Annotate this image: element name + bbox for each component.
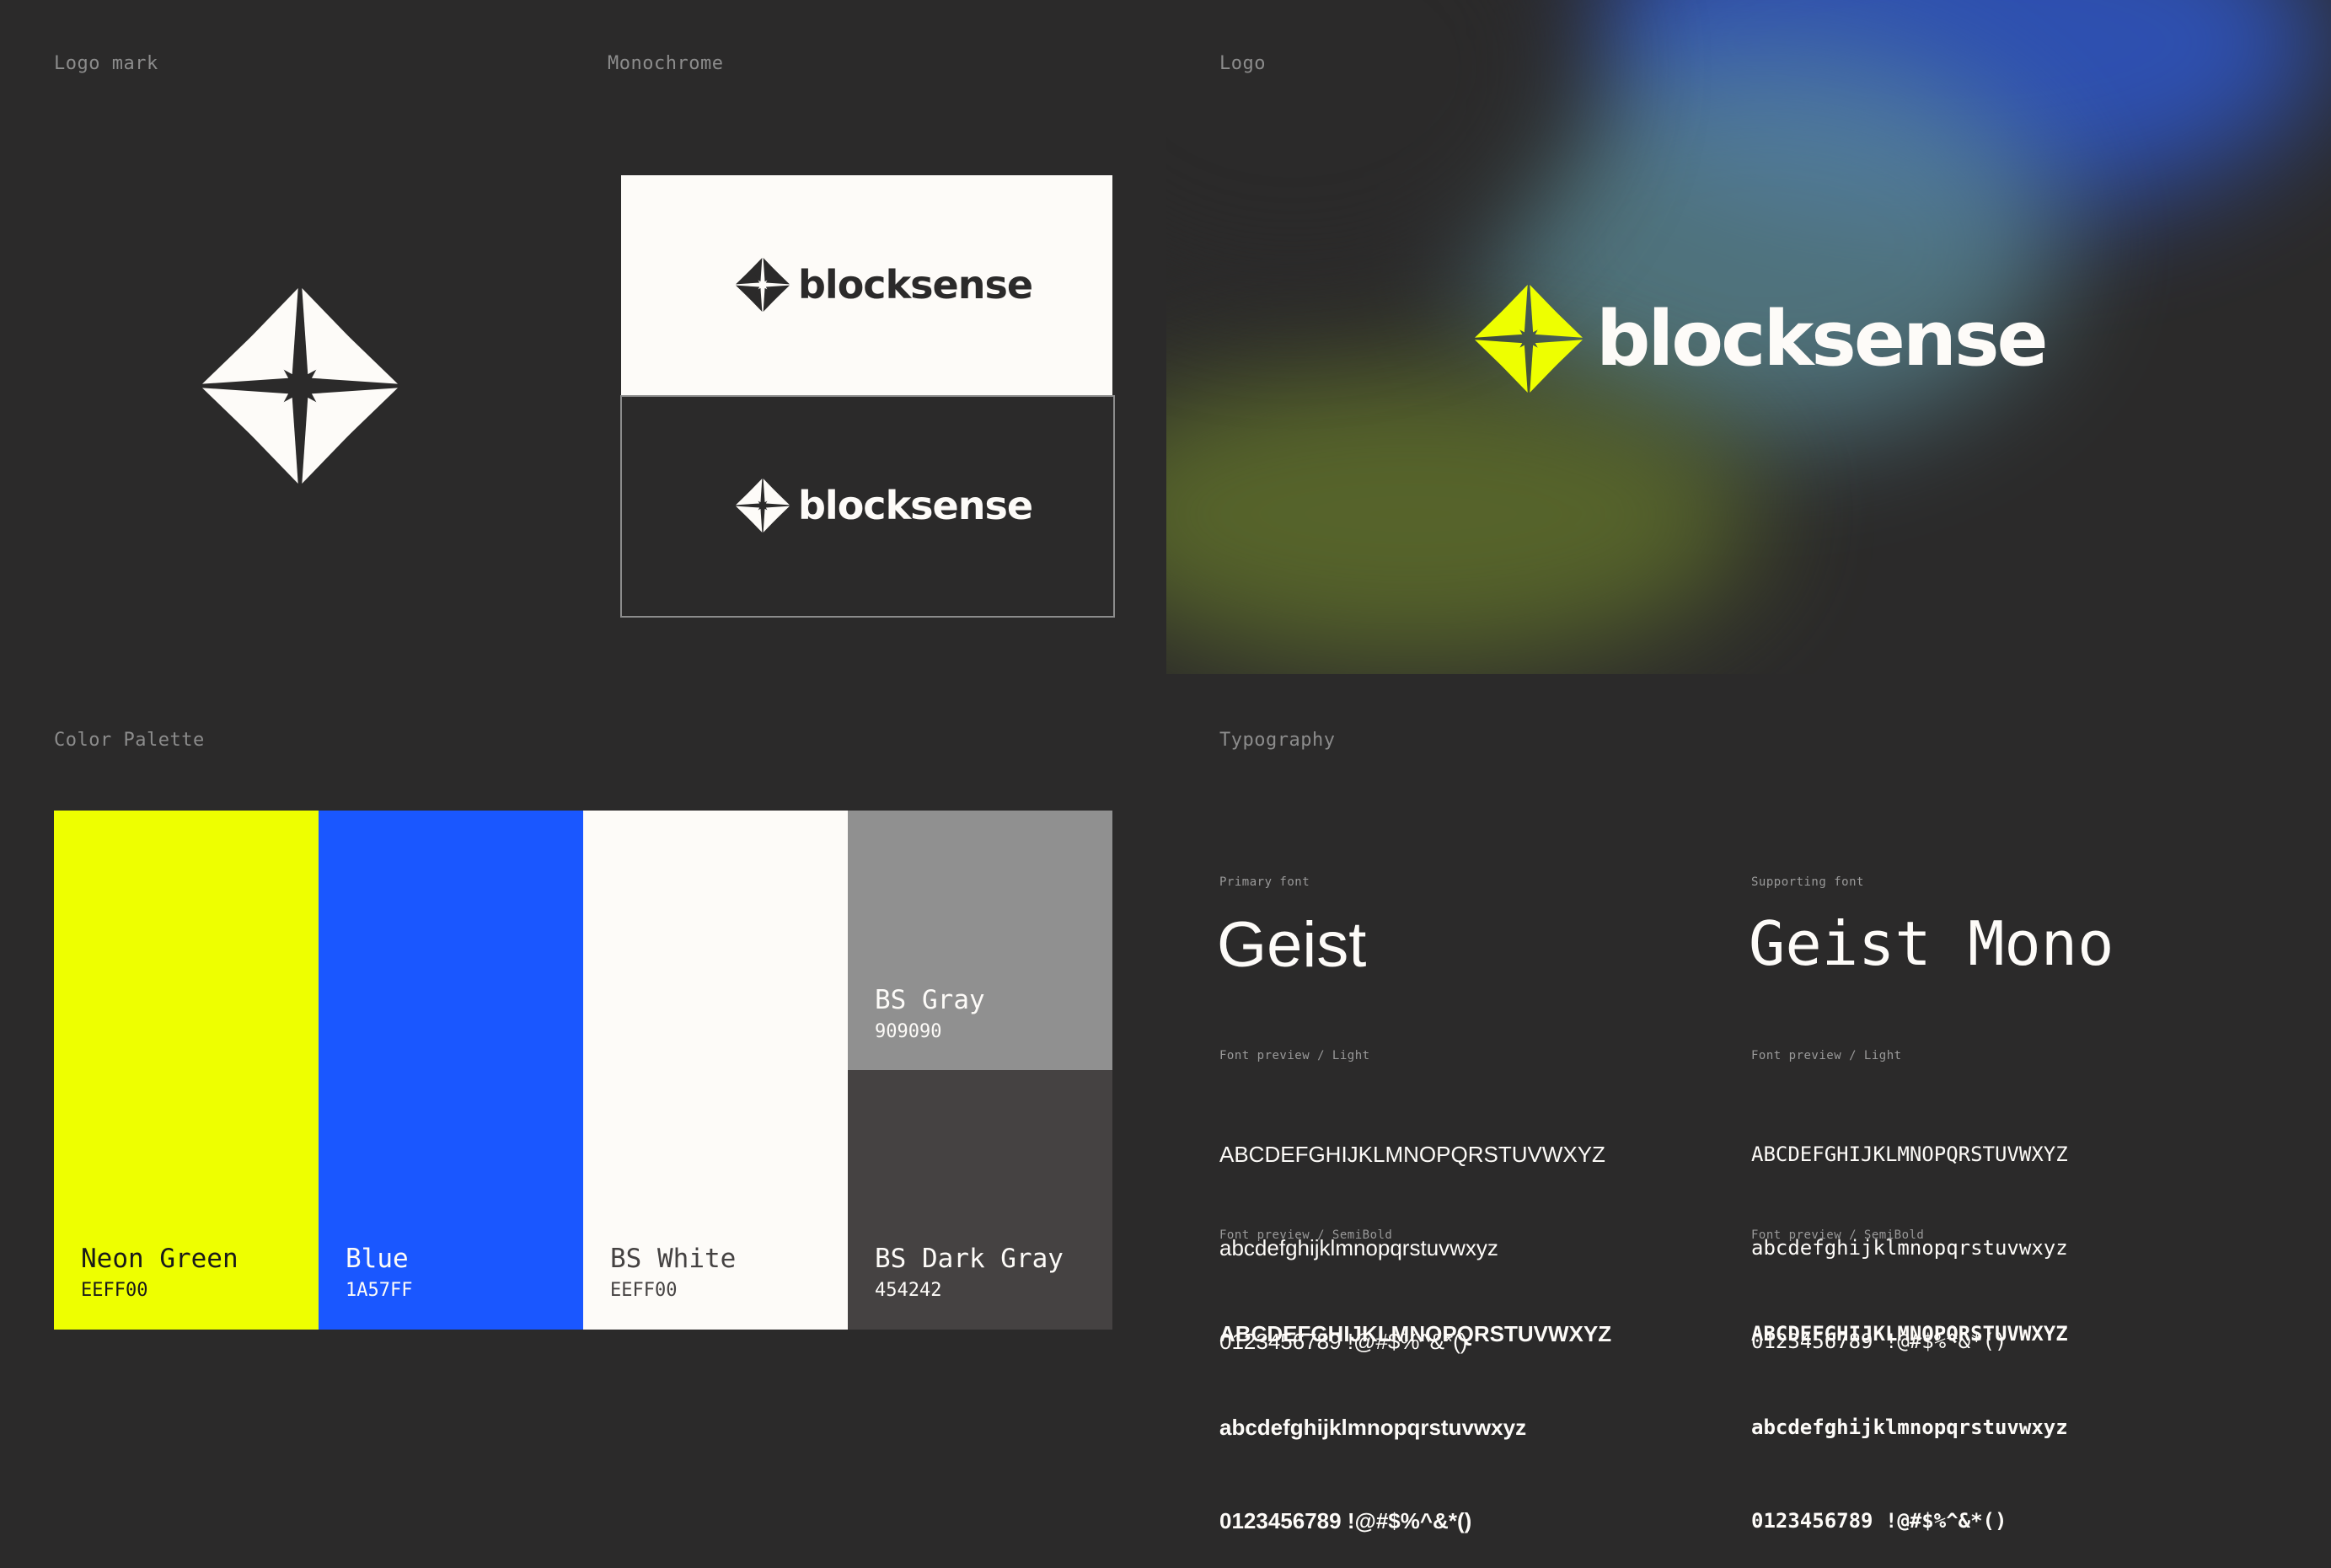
preview-line: abcdefghijklmnopqrstuvwxyz bbox=[1751, 1415, 2068, 1439]
logo-lockup-dark: blocksense bbox=[736, 258, 1033, 312]
supporting-preview-semibold: ABCDEFGHIJKLMNOPQRSTUVWXYZ abcdefghijklm… bbox=[1751, 1256, 2068, 1568]
preview-line: ABCDEFGHIJKLMNOPQRSTUVWXYZ bbox=[1751, 1322, 2068, 1346]
section-label-logo-mark: Logo mark bbox=[54, 53, 158, 74]
preview-line: abcdefghijklmnopqrstuvwxyz bbox=[1219, 1415, 1527, 1440]
monochrome-dark-card: blocksense bbox=[620, 395, 1115, 618]
section-label-monochrome: Monochrome bbox=[608, 53, 724, 74]
swatch-name: Blue bbox=[346, 1244, 409, 1274]
supporting-font-label: Supporting font bbox=[1751, 875, 1864, 889]
swatch-name: BS White bbox=[610, 1244, 737, 1274]
preview-line: ABCDEFGHIJKLMNOPQRSTUVWXYZ bbox=[1219, 1142, 1605, 1167]
supporting-preview-semibold-label: Font preview / SemiBold bbox=[1751, 1228, 1925, 1242]
monochrome-light-card: blocksense bbox=[621, 175, 1112, 396]
swatch-hex: EEFF00 bbox=[610, 1280, 678, 1301]
swatch-bs-gray: BS Gray 909090 bbox=[848, 811, 1112, 1070]
preview-line: 0123456789 !@#$%^&*() bbox=[1751, 1509, 2007, 1533]
section-label-logo: Logo bbox=[1219, 53, 1266, 74]
wordmark: blocksense bbox=[798, 483, 1033, 528]
supporting-preview-light-label: Font preview / Light bbox=[1751, 1049, 1902, 1062]
swatch-blue: Blue 1A57FF bbox=[319, 811, 583, 1330]
swatch-hex: 1A57FF bbox=[346, 1280, 413, 1301]
swatch-hex: 454242 bbox=[875, 1280, 942, 1301]
logo-mark-icon bbox=[736, 479, 790, 532]
section-label-color-palette: Color Palette bbox=[54, 730, 205, 751]
primary-font-label: Primary font bbox=[1219, 875, 1310, 889]
swatch-bs-white: BS White EEFF00 bbox=[583, 811, 848, 1330]
preview-line: 0123456789 !@#$%^&*() bbox=[1219, 1508, 1472, 1533]
primary-preview-light-label: Font preview / Light bbox=[1219, 1049, 1370, 1062]
wordmark: blocksense bbox=[798, 262, 1033, 308]
swatch-name: BS Gray bbox=[875, 985, 985, 1015]
swatch-hex: EEFF00 bbox=[81, 1280, 148, 1301]
supporting-font-name: Geist Mono bbox=[1749, 908, 2114, 979]
swatch-hex: 909090 bbox=[875, 1021, 942, 1042]
wordmark: blocksense bbox=[1596, 294, 2049, 383]
swatch-bs-dark-gray: BS Dark Gray 454242 bbox=[848, 1070, 1112, 1330]
logo-mark-icon bbox=[202, 288, 398, 484]
swatch-neon-green: Neon Green EEFF00 bbox=[54, 811, 319, 1330]
logo-lockup-color: blocksense bbox=[1475, 285, 2049, 393]
preview-line: ABCDEFGHIJKLMNOPQRSTUVWXYZ bbox=[1751, 1143, 2068, 1166]
logo-mark-icon bbox=[736, 258, 790, 312]
primary-font-name: Geist bbox=[1217, 909, 1367, 981]
primary-preview-semibold-label: Font preview / SemiBold bbox=[1219, 1228, 1393, 1242]
swatch-name: BS Dark Gray bbox=[875, 1244, 1064, 1274]
logo-lockup-light: blocksense bbox=[736, 479, 1033, 532]
swatch-name: Neon Green bbox=[81, 1244, 238, 1274]
preview-line: ABCDEFGHIJKLMNOPQRSTUVWXYZ bbox=[1219, 1321, 1612, 1346]
logo-mark-icon bbox=[1475, 285, 1583, 393]
primary-preview-semibold: ABCDEFGHIJKLMNOPQRSTUVWXYZ abcdefghijklm… bbox=[1219, 1256, 1611, 1568]
section-label-typography: Typography bbox=[1219, 730, 1336, 751]
